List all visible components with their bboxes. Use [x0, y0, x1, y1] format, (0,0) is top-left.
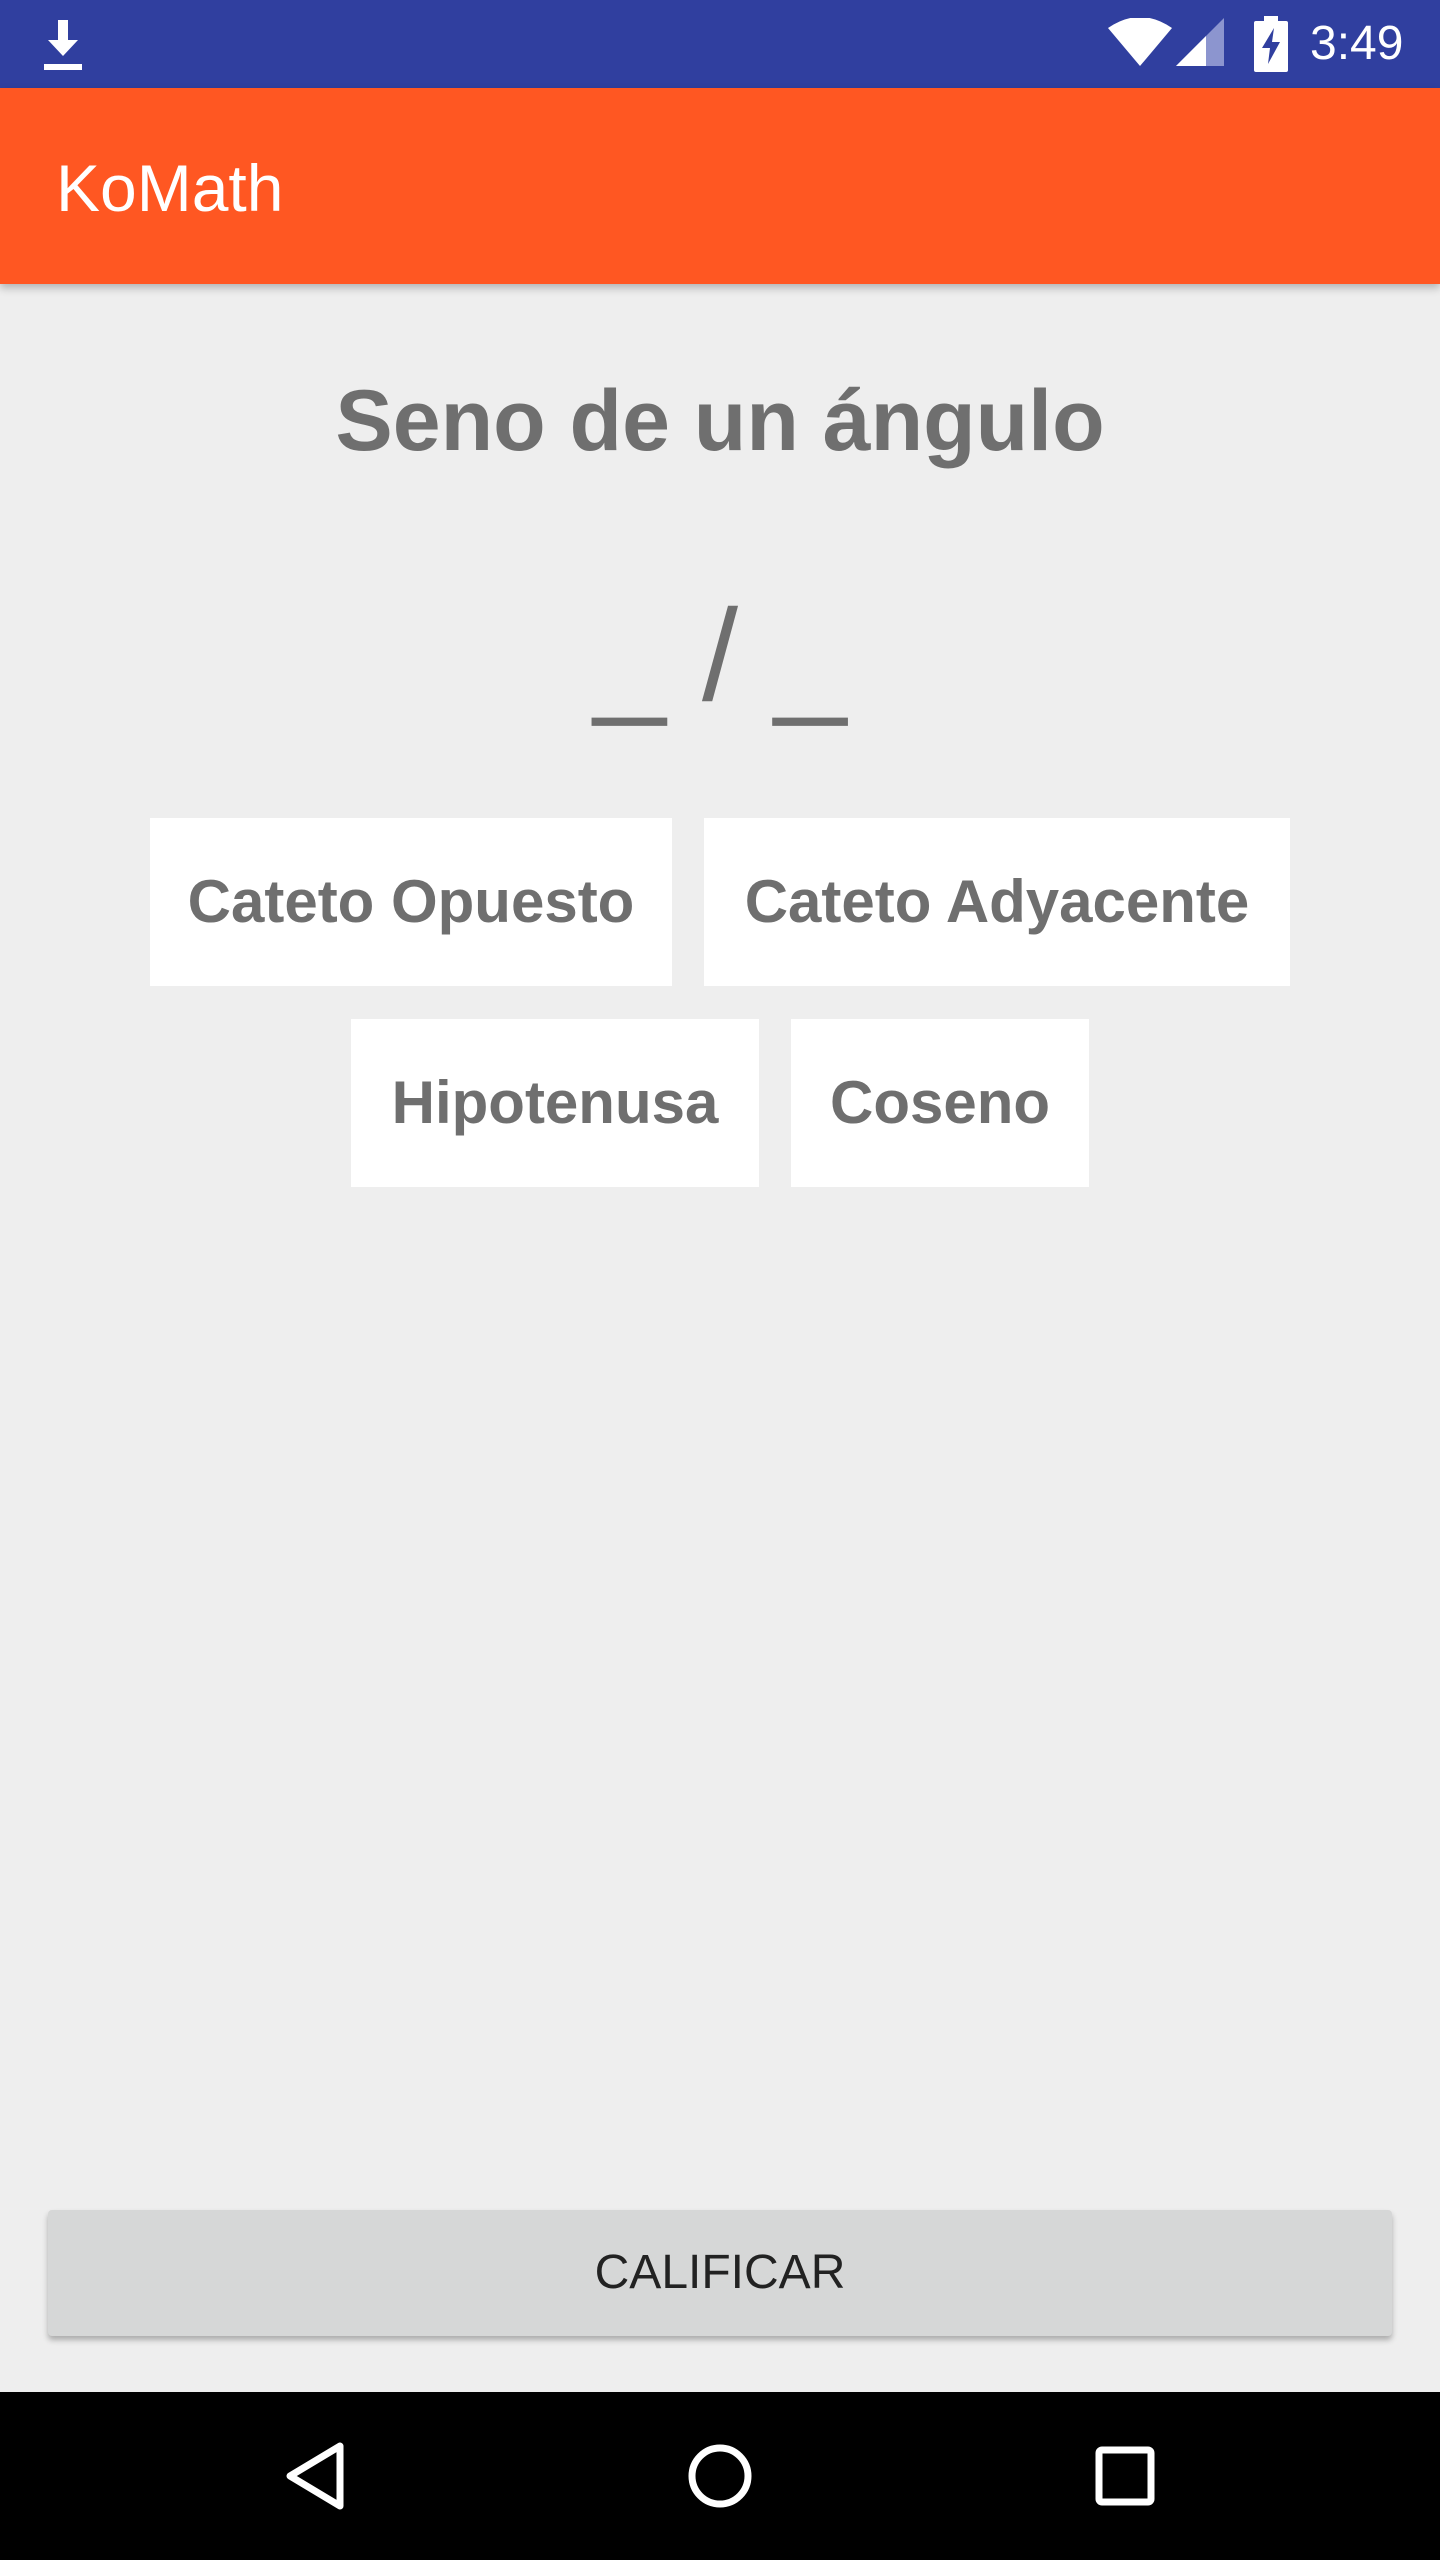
option-cateto-adyacente-button[interactable]: Cateto Adyacente [704, 818, 1290, 986]
status-bar: 3:49 [0, 0, 1440, 88]
wifi-icon [1108, 18, 1172, 66]
cell-signal-icon [1176, 18, 1224, 66]
option-coseno-button[interactable]: Coseno [791, 1019, 1089, 1187]
back-icon[interactable] [266, 2426, 366, 2526]
app-bar: KoMath [0, 88, 1440, 284]
app-title: KoMath [56, 151, 284, 225]
download-icon [44, 20, 82, 70]
calificar-button[interactable]: CALIFICAR [48, 2210, 1392, 2336]
option-hipotenusa-button[interactable]: Hipotenusa [351, 1019, 759, 1187]
home-icon[interactable] [670, 2426, 770, 2526]
option-cateto-opuesto-button[interactable]: Cateto Opuesto [150, 818, 672, 986]
question-title: Seno de un ángulo [335, 373, 1105, 469]
answer-slots: _ / _ [593, 582, 847, 728]
clock: 3:49 [1310, 17, 1404, 70]
battery-charging-icon [1254, 16, 1288, 72]
navigation-bar [0, 2392, 1440, 2560]
recents-icon[interactable] [1075, 2426, 1175, 2526]
